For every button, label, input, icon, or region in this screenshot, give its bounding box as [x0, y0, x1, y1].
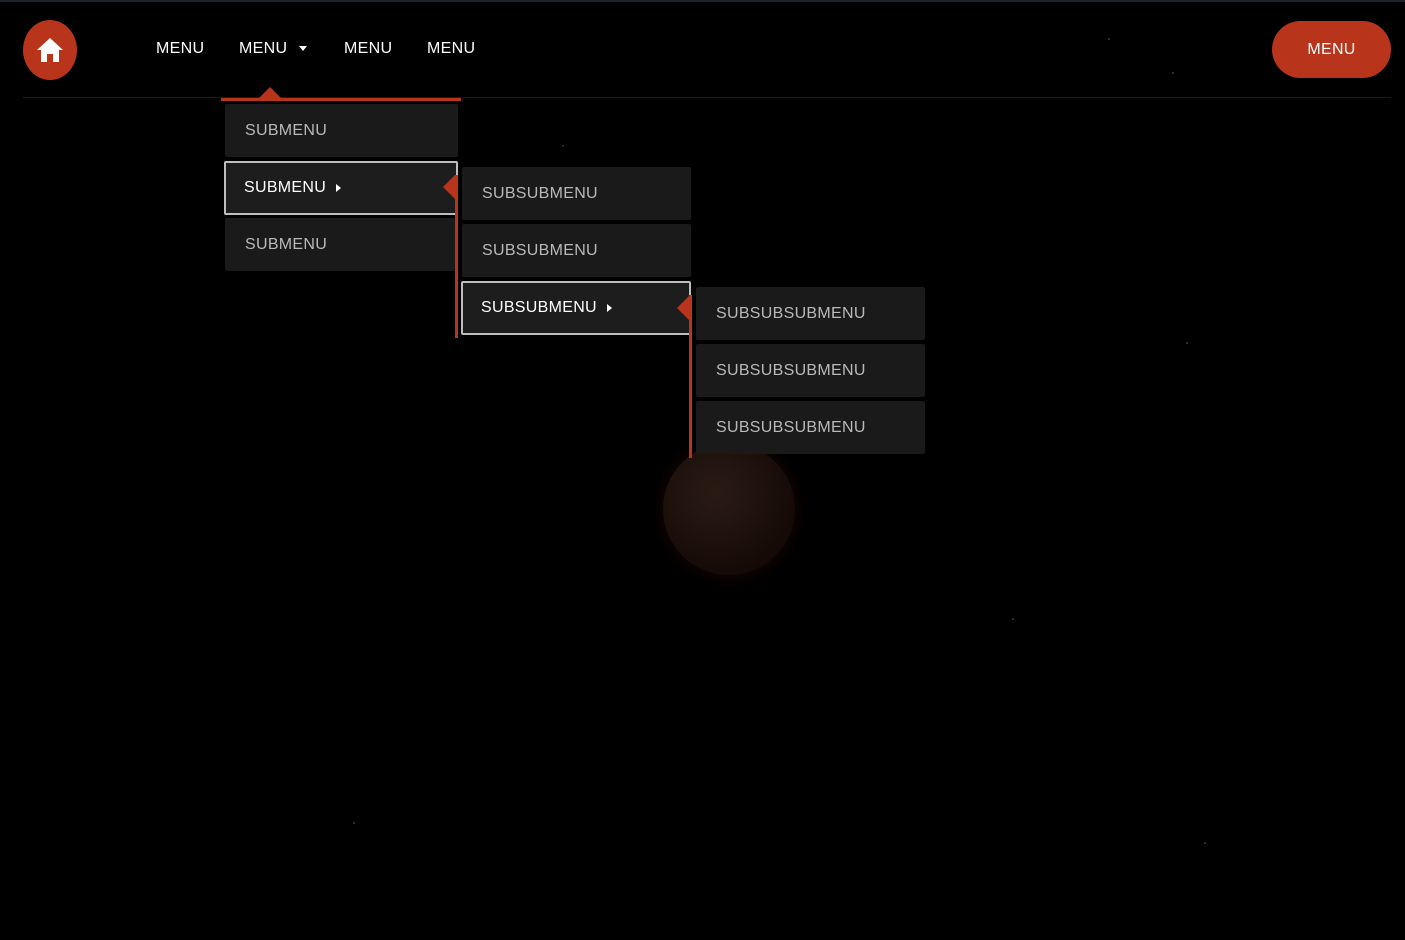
eclipsed-moon-image [663, 443, 795, 575]
submenu-item-3[interactable]: SUBMENU [225, 218, 458, 271]
nav-menu-1[interactable]: MENU [156, 39, 204, 59]
subsubmenu-item-3-active[interactable]: SUBSUBMENU [461, 281, 691, 335]
subsubmenu-item-2[interactable]: SUBSUBMENU [462, 224, 691, 277]
subsubsubmenu-item-3[interactable]: SUBSUBSUBMENU [696, 401, 925, 454]
subsubsubmenu-item-1[interactable]: SUBSUBSUBMENU [696, 287, 925, 340]
caret-down-icon [299, 46, 308, 52]
background-star [353, 822, 355, 824]
nav-menu-2-dropdown[interactable]: MENU [239, 39, 308, 59]
home-icon [37, 38, 63, 62]
submenu-item-label: SUBMENU [245, 121, 328, 139]
caret-right-icon [606, 304, 612, 312]
subsubsubmenu-pointer [677, 296, 689, 320]
subsubmenu-item-label: SUBSUBMENU [482, 241, 598, 259]
background-star [1186, 342, 1188, 344]
subsubmenu-item-1[interactable]: SUBSUBMENU [462, 167, 691, 220]
background-star [1204, 842, 1206, 844]
background-star [562, 145, 564, 147]
subsubmenu-item-label: SUBSUBMENU [482, 184, 598, 202]
caret-right-icon [336, 184, 342, 192]
subsubsubmenu-item-label: SUBSUBSUBMENU [716, 361, 866, 379]
nav-menu-3[interactable]: MENU [344, 39, 392, 59]
submenu-item-2-active[interactable]: SUBMENU [224, 161, 458, 215]
submenu-item-1[interactable]: SUBMENU [225, 104, 458, 157]
subsubsubmenu-item-2[interactable]: SUBSUBSUBMENU [696, 344, 925, 397]
nav-menu-4[interactable]: MENU [427, 39, 475, 59]
nav-menu-2-label: MENU [239, 40, 288, 57]
submenu-item-label: SUBMENU [245, 235, 328, 253]
top-navbar: MENU MENU MENU MENU MENU [0, 0, 1405, 98]
subsubmenu-item-label: SUBSUBMENU [481, 299, 597, 316]
subsubsubmenu-item-label: SUBSUBSUBMENU [716, 418, 866, 436]
cta-menu-button[interactable]: MENU [1272, 21, 1391, 78]
subsubmenu-pointer [443, 175, 455, 199]
subsubsubmenu-item-label: SUBSUBSUBMENU [716, 304, 866, 322]
home-button[interactable] [23, 20, 77, 80]
dropdown-accent-bar [221, 98, 461, 101]
subsubmenu-accent-bar [455, 175, 458, 338]
submenu-item-label: SUBMENU [244, 179, 327, 196]
subsubsubmenu-accent-bar [689, 295, 692, 458]
background-star [1012, 618, 1014, 620]
